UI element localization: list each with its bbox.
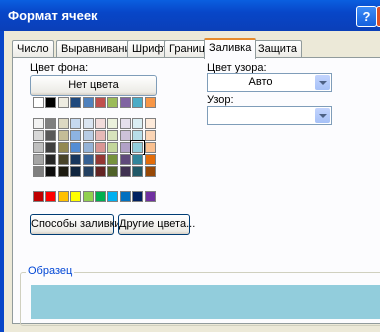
window-title: Формат ячеек	[8, 8, 98, 23]
tab-fill[interactable]: Заливка	[204, 38, 257, 59]
color-swatch[interactable]	[57, 142, 69, 153]
color-swatch[interactable]	[119, 130, 131, 141]
color-swatch[interactable]	[45, 142, 57, 153]
color-swatch[interactable]	[33, 142, 44, 153]
color-swatch[interactable]	[57, 118, 69, 129]
color-swatch[interactable]	[119, 166, 131, 177]
color-swatch[interactable]	[132, 97, 144, 108]
color-swatch[interactable]	[130, 140, 146, 155]
color-swatch[interactable]	[107, 166, 119, 177]
color-swatch[interactable]	[82, 154, 94, 165]
color-swatch[interactable]	[107, 130, 119, 141]
chevron-down-icon[interactable]	[315, 108, 330, 123]
color-swatch[interactable]	[45, 118, 57, 129]
fill-effects-button[interactable]: Способы заливки...	[30, 214, 130, 235]
color-swatch[interactable]	[45, 166, 57, 177]
color-swatch[interactable]	[95, 97, 106, 108]
color-swatch[interactable]	[70, 118, 82, 129]
help-button[interactable]: ?	[356, 6, 377, 27]
color-swatch[interactable]	[107, 142, 119, 153]
color-swatch[interactable]	[82, 142, 94, 153]
color-swatch[interactable]	[45, 154, 57, 165]
color-swatch[interactable]	[107, 118, 119, 129]
color-swatch[interactable]	[82, 118, 94, 129]
color-swatch[interactable]	[57, 154, 69, 165]
color-swatch[interactable]	[132, 130, 144, 141]
color-swatch[interactable]	[132, 118, 144, 129]
color-swatch[interactable]	[82, 166, 94, 177]
tab-number[interactable]: Число	[12, 40, 54, 57]
color-swatch[interactable]	[144, 97, 156, 108]
color-swatch[interactable]	[57, 191, 69, 202]
color-swatch[interactable]	[57, 97, 69, 108]
color-swatch[interactable]	[70, 166, 82, 177]
close-button[interactable]: X	[376, 6, 380, 27]
color-swatch[interactable]	[57, 166, 69, 177]
color-swatch[interactable]	[119, 154, 131, 165]
color-swatch[interactable]	[95, 118, 106, 129]
color-swatch[interactable]	[107, 154, 119, 165]
color-swatch[interactable]	[70, 142, 82, 153]
color-swatch[interactable]	[107, 191, 119, 202]
color-swatch[interactable]	[119, 97, 131, 108]
color-swatch[interactable]	[82, 191, 94, 202]
color-swatch[interactable]	[132, 166, 144, 177]
color-swatch[interactable]	[70, 130, 82, 141]
color-swatch[interactable]	[119, 142, 131, 153]
color-swatch[interactable]	[45, 130, 57, 141]
color-swatch[interactable]	[132, 191, 144, 202]
title-bar: Формат ячеек ? X	[0, 0, 380, 31]
color-swatch[interactable]	[144, 130, 156, 141]
color-swatch[interactable]	[33, 191, 44, 202]
tab-protection[interactable]: Защита	[253, 40, 302, 57]
pattern-style-label: Узор:	[207, 94, 234, 106]
no-color-button[interactable]: Нет цвета	[30, 75, 157, 96]
color-swatch[interactable]	[33, 154, 44, 165]
chevron-down-icon[interactable]	[315, 75, 330, 90]
sample-preview	[31, 285, 380, 319]
color-swatch[interactable]	[70, 154, 82, 165]
color-swatch[interactable]	[119, 191, 131, 202]
color-swatch[interactable]	[144, 142, 156, 153]
color-swatch[interactable]	[45, 191, 57, 202]
color-swatch[interactable]	[132, 154, 144, 165]
color-swatch[interactable]	[57, 130, 69, 141]
color-swatch[interactable]	[144, 191, 156, 202]
bg-color-label: Цвет фона:	[30, 62, 89, 74]
more-colors-button[interactable]: Другие цвета...	[118, 214, 195, 235]
color-swatch[interactable]	[33, 118, 44, 129]
window-frame	[0, 31, 4, 332]
color-swatch[interactable]	[33, 130, 44, 141]
color-swatch[interactable]	[82, 130, 94, 141]
color-swatch[interactable]	[45, 97, 57, 108]
pattern-color-value: Авто	[248, 76, 273, 88]
color-swatch[interactable]	[95, 166, 106, 177]
color-swatch[interactable]	[33, 97, 44, 108]
color-swatch[interactable]	[82, 97, 94, 108]
pattern-color-dropdown[interactable]: Авто	[207, 73, 332, 92]
color-swatch[interactable]	[144, 154, 156, 165]
color-swatch[interactable]	[95, 154, 106, 165]
color-swatch[interactable]	[119, 118, 131, 129]
color-swatch[interactable]	[33, 166, 44, 177]
color-swatch[interactable]	[144, 118, 156, 129]
color-swatch[interactable]	[70, 191, 82, 202]
sample-label: Образец	[26, 265, 75, 277]
color-swatch[interactable]	[144, 166, 156, 177]
color-swatch[interactable]	[95, 191, 106, 202]
pattern-style-dropdown[interactable]	[207, 106, 332, 125]
color-swatch[interactable]	[95, 142, 106, 153]
color-swatch[interactable]	[107, 97, 119, 108]
color-swatch[interactable]	[95, 130, 106, 141]
color-swatch[interactable]	[70, 97, 82, 108]
